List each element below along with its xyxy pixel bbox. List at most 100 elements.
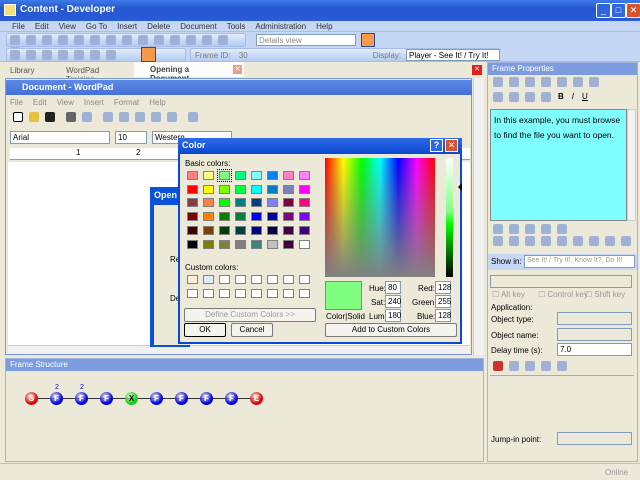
menu-view[interactable]: View	[59, 22, 76, 31]
basic-color-swatch[interactable]	[203, 171, 214, 180]
basic-color-swatch[interactable]	[267, 171, 278, 180]
green-input[interactable]: 255	[435, 295, 451, 308]
lum-input[interactable]: 180	[385, 309, 401, 322]
frame-node-f[interactable]: F	[175, 392, 188, 405]
basic-color-swatch[interactable]	[235, 239, 246, 249]
basic-color-swatch[interactable]	[235, 212, 246, 222]
menu-help[interactable]: Help	[316, 22, 332, 31]
help-button[interactable]: ?	[430, 139, 443, 152]
shift-key-checkbox[interactable]: ☐ Shift key	[585, 290, 625, 299]
basic-color-swatch[interactable]	[187, 184, 198, 194]
basic-color-swatch[interactable]	[217, 169, 232, 182]
basic-color-swatch[interactable]	[283, 198, 294, 208]
delete-icon[interactable]	[106, 35, 116, 45]
dialog-close-button[interactable]: ✕	[445, 139, 458, 152]
custom-color-swatch[interactable]	[219, 275, 230, 284]
basic-color-swatch[interactable]	[299, 225, 310, 235]
blue-input[interactable]: 128	[435, 309, 451, 322]
basic-color-swatch[interactable]	[187, 171, 198, 180]
basic-color-swatch[interactable]	[283, 184, 294, 194]
tab-wordpad-training[interactable]: WordPad Training	[50, 64, 130, 84]
minimize-button[interactable]: _	[596, 3, 611, 18]
underline-icon[interactable]: U	[582, 92, 588, 101]
jump-in-point-input[interactable]	[557, 432, 632, 445]
basic-color-swatch[interactable]	[187, 198, 198, 208]
menu-delete[interactable]: Delete	[147, 22, 170, 31]
basic-color-swatch[interactable]	[283, 239, 294, 249]
link-icon[interactable]	[557, 361, 567, 371]
print-icon[interactable]	[525, 361, 535, 371]
basic-color-swatch[interactable]	[219, 239, 230, 249]
find-icon[interactable]	[202, 35, 212, 45]
basic-color-swatch[interactable]	[235, 171, 246, 180]
sat-input[interactable]: 240	[385, 295, 401, 308]
close-document-icon[interactable]: ✕	[472, 65, 482, 75]
horizontal-scrollbar[interactable]	[8, 345, 470, 354]
redo-icon[interactable]	[154, 35, 164, 45]
basic-color-swatch[interactable]	[267, 225, 278, 235]
frame-node-f[interactable]: F	[150, 392, 163, 405]
basic-color-swatch[interactable]	[283, 171, 294, 180]
basic-color-swatch[interactable]	[235, 184, 246, 194]
menu-go-to[interactable]: Go To	[86, 22, 107, 31]
tab-close-icon[interactable]: ✕	[233, 65, 242, 74]
basic-color-swatch[interactable]	[299, 212, 310, 222]
basic-color-swatch[interactable]	[251, 239, 262, 249]
frame-node-e[interactable]: E	[250, 392, 263, 405]
basic-color-swatch[interactable]	[203, 225, 214, 235]
basic-color-swatch[interactable]	[187, 239, 198, 249]
align-center-icon[interactable]	[509, 92, 519, 102]
custom-color-swatch[interactable]	[219, 289, 230, 298]
action-select[interactable]	[490, 275, 632, 288]
close-button[interactable]: ✕	[626, 3, 640, 18]
luminance-arrow-icon[interactable]	[454, 183, 462, 191]
frame-node-x[interactable]: X	[125, 392, 138, 405]
hue-input[interactable]: 80	[385, 281, 401, 294]
basic-color-swatch[interactable]	[251, 225, 262, 235]
wordpad-menu-insert[interactable]: Insert	[84, 98, 104, 107]
basic-color-swatch[interactable]	[251, 184, 262, 194]
object-type-select[interactable]	[557, 312, 632, 325]
basic-color-swatch[interactable]	[299, 239, 310, 249]
wordpad-menu-help[interactable]: Help	[149, 98, 165, 107]
control-key-checkbox[interactable]: ☐ Control key	[538, 290, 588, 299]
custom-color-swatch[interactable]	[299, 289, 310, 298]
custom-color-swatch[interactable]	[187, 289, 198, 298]
cut-icon[interactable]	[493, 77, 503, 87]
wordpad-menu-view[interactable]: View	[57, 98, 74, 107]
frame-node-f[interactable]: F	[100, 392, 113, 405]
basic-color-swatch[interactable]	[251, 171, 262, 180]
custom-color-swatch[interactable]	[299, 275, 310, 284]
basic-color-swatch[interactable]	[203, 184, 214, 194]
menu-administration[interactable]: Administration	[255, 22, 306, 31]
basic-color-swatch[interactable]	[283, 225, 294, 235]
basic-color-swatch[interactable]	[235, 225, 246, 235]
frame-node-s[interactable]: S	[25, 392, 38, 405]
wordpad-menu-format[interactable]: Format	[114, 98, 139, 107]
wordpad-menu-file[interactable]: File	[10, 98, 23, 107]
font-icon[interactable]	[557, 77, 567, 87]
custom-color-swatch[interactable]	[235, 275, 246, 284]
tab-library[interactable]: Library	[6, 64, 46, 77]
luminance-slider[interactable]	[446, 158, 453, 277]
menu-file[interactable]: File	[12, 22, 25, 31]
basic-color-swatch[interactable]	[251, 212, 262, 222]
timer-icon[interactable]	[541, 361, 551, 371]
text-scrollbar[interactable]	[627, 109, 636, 221]
tab-opening-a-document[interactable]: Opening a Document	[134, 62, 244, 83]
maximize-button[interactable]: □	[611, 3, 626, 18]
custom-color-swatch[interactable]	[283, 289, 294, 298]
justify-icon[interactable]	[541, 92, 551, 102]
details-view-button[interactable]	[361, 33, 375, 47]
ok-button[interactable]: OK	[184, 323, 226, 337]
delay-time-select[interactable]: 7.0	[557, 343, 632, 356]
alt-key-checkbox[interactable]: ☐ Alt key	[492, 290, 525, 299]
cut-icon[interactable]	[58, 35, 68, 45]
define-custom-colors-button[interactable]: Define Custom Colors >>	[184, 308, 316, 322]
basic-color-swatch[interactable]	[219, 212, 230, 222]
basic-color-swatch[interactable]	[203, 212, 214, 222]
rectangle-icon[interactable]	[509, 361, 519, 371]
color-spectrum[interactable]	[325, 158, 435, 277]
frame-node-f[interactable]: F	[75, 392, 88, 405]
cancel-button[interactable]: Cancel	[231, 323, 273, 337]
